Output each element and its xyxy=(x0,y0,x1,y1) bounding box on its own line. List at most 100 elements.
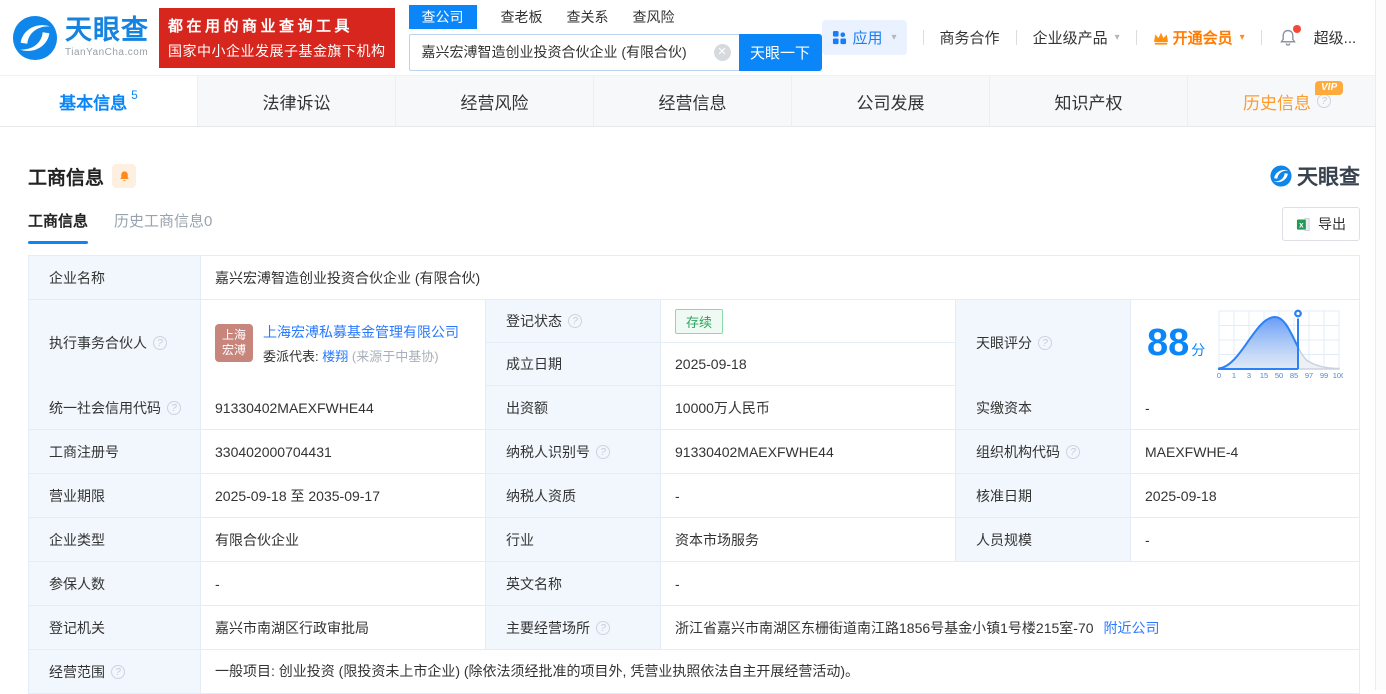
table-row: 登记机关 嘉兴市南湖区行政审批局 主要经营场所 浙江省嘉兴市南湖区东栅街道南江路… xyxy=(29,606,1359,650)
rep-label: 委派代表: xyxy=(263,349,319,364)
tab-operation-info[interactable]: 经营信息 xyxy=(594,76,792,126)
tab-history-info[interactable]: 历史信息 VIP xyxy=(1188,76,1386,126)
search-tab-boss[interactable]: 查老板 xyxy=(501,5,543,29)
svg-text:99: 99 xyxy=(1320,371,1328,380)
help-icon[interactable] xyxy=(1038,336,1052,350)
divider xyxy=(1016,30,1017,45)
nav-business-cooperation[interactable]: 商务合作 xyxy=(940,27,1000,48)
business-scope-value: 一般项目: 创业投资 (限投资未上市企业) (除依法须经批准的项目外, 凭营业执… xyxy=(201,650,1359,693)
vip-label: 开通会员 xyxy=(1173,27,1233,48)
tab-legal-proceedings[interactable]: 法律诉讼 xyxy=(198,76,396,126)
tab-basic-count: 5 xyxy=(131,88,138,102)
help-icon[interactable] xyxy=(596,621,610,635)
logo-title: 天眼查 xyxy=(65,17,149,44)
divider xyxy=(923,30,924,45)
top-header: 天眼查 TianYanCha.com 都在用的商业查询工具 国家中小企业发展子基… xyxy=(0,0,1386,75)
search-button[interactable]: 天眼一下 xyxy=(739,34,822,71)
authority-label: 登记机关 xyxy=(29,606,201,649)
notification-bell-icon[interactable] xyxy=(1278,28,1298,48)
help-icon[interactable] xyxy=(596,445,610,459)
staff-size-label: 人员规模 xyxy=(956,518,1131,561)
english-name-label: 英文名称 xyxy=(486,562,661,605)
export-label: 导出 xyxy=(1318,214,1346,234)
approve-date-value: 2025-09-18 xyxy=(1131,474,1359,517)
score-distribution-chart: 0 1 3 15 50 85 97 99 100 xyxy=(1215,305,1343,381)
address-value: 浙江省嘉兴市南湖区东栅街道南江路1856号基金小镇1号楼215室-70 xyxy=(675,618,1094,638)
tab-intellectual-property[interactable]: 知识产权 xyxy=(990,76,1188,126)
tianyancha-swirl-icon xyxy=(12,15,58,61)
top-nav: 应用 商务合作 企业级产品 开通会员 超级... xyxy=(822,20,1386,55)
search-tab-relation[interactable]: 查关系 xyxy=(567,5,609,29)
help-icon[interactable] xyxy=(111,665,125,679)
svg-text:85: 85 xyxy=(1290,371,1298,380)
subtab-row: 工商信息 历史工商信息0 x 导出 xyxy=(0,191,1386,247)
orgcode-label: 组织机构代码 xyxy=(956,430,1131,473)
score-cell: 88分 xyxy=(1131,300,1359,386)
page-tabbar: 基本信息 5 法律诉讼 经营风险 经营信息 公司发展 知识产权 历史信息 VIP xyxy=(0,75,1386,127)
divider xyxy=(1136,30,1137,45)
search-tab-risk[interactable]: 查风险 xyxy=(633,5,675,29)
divider xyxy=(1261,30,1262,45)
tab-company-development[interactable]: 公司发展 xyxy=(792,76,990,126)
partner-company-link[interactable]: 上海宏溥私募基金管理有限公司 xyxy=(263,322,459,342)
staff-size-value: - xyxy=(1131,518,1359,561)
notification-dot xyxy=(1293,25,1301,33)
capital-label: 出资额 xyxy=(486,386,661,429)
svg-text:3: 3 xyxy=(1247,371,1251,380)
business-scope-label: 经营范围 xyxy=(29,650,201,693)
table-row: 工商注册号 330402000704431 纳税人识别号 91330402MAE… xyxy=(29,430,1359,474)
nav-super-vip[interactable]: 超级... xyxy=(1314,27,1357,48)
search-tab-company[interactable]: 查公司 xyxy=(409,5,477,29)
authority-value: 嘉兴市南湖区行政审批局 xyxy=(201,606,486,649)
search-input[interactable] xyxy=(409,34,739,71)
table-row: 企业类型 有限合伙企业 行业 资本市场服务 人员规模 - xyxy=(29,518,1359,562)
subtab-history-business-info[interactable]: 历史工商信息0 xyxy=(114,210,212,244)
approve-date-label: 核准日期 xyxy=(956,474,1131,517)
subtab-business-info[interactable]: 工商信息 xyxy=(28,210,88,244)
monitor-bell-icon[interactable] xyxy=(112,164,136,188)
status-badge: 存续 xyxy=(675,309,723,334)
score-unit: 分 xyxy=(1191,342,1205,358)
tab-basic-info[interactable]: 基本信息 5 xyxy=(0,76,198,126)
scrollbar[interactable] xyxy=(1375,0,1386,690)
address-label: 主要经营场所 xyxy=(486,606,661,649)
regno-value: 330402000704431 xyxy=(201,430,486,473)
company-type-value: 有限合伙企业 xyxy=(201,518,486,561)
help-icon[interactable] xyxy=(153,336,167,350)
rep-name-link[interactable]: 楼翔 xyxy=(322,349,348,364)
watermark-logo: 天眼查 xyxy=(1270,161,1360,191)
reg-status-value: 存续 xyxy=(661,300,955,342)
clear-icon[interactable]: ✕ xyxy=(714,44,731,61)
apps-grid-icon xyxy=(832,30,847,45)
search-area: 查公司 查老板 查关系 查风险 ✕ 天眼一下 xyxy=(409,5,822,71)
tax-qualification-label: 纳税人资质 xyxy=(486,474,661,517)
company-name-label: 企业名称 xyxy=(29,256,201,299)
svg-text:1: 1 xyxy=(1232,371,1236,380)
tianyancha-logo[interactable]: 天眼查 TianYanCha.com xyxy=(12,15,149,61)
nav-enterprise-products[interactable]: 企业级产品 xyxy=(1033,27,1120,48)
nearby-companies-link[interactable]: 附近公司 xyxy=(1104,618,1160,638)
section-header: 工商信息 天眼查 xyxy=(0,127,1386,191)
logo-domain: TianYanCha.com xyxy=(65,48,149,58)
paid-capital-value: - xyxy=(1131,386,1359,429)
taxid-label: 纳税人识别号 xyxy=(486,430,661,473)
nav-open-vip[interactable]: 开通会员 xyxy=(1153,27,1245,48)
score-label: 天眼评分 xyxy=(956,300,1131,386)
partner-cell: 上海 宏溥 上海宏溥私募基金管理有限公司 委派代表: 楼翔 (来源于中基协) xyxy=(201,300,486,386)
apps-menu[interactable]: 应用 xyxy=(822,20,907,55)
score-value: 88 xyxy=(1147,322,1189,364)
apps-label: 应用 xyxy=(853,27,883,48)
crown-icon xyxy=(1153,31,1169,45)
tax-qualification-value: - xyxy=(661,474,956,517)
tab-operation-risk[interactable]: 经营风险 xyxy=(396,76,594,126)
help-icon[interactable] xyxy=(1317,94,1331,108)
search-tabs: 查公司 查老板 查关系 查风险 xyxy=(409,5,822,29)
help-icon[interactable] xyxy=(568,314,582,328)
slogan-line1: 都在用的商业查询工具 xyxy=(168,15,386,36)
business-info-table: 企业名称 嘉兴宏溥智造创业投资合伙企业 (有限合伙) 执行事务合伙人 上海 宏溥… xyxy=(28,255,1360,694)
svg-text:0: 0 xyxy=(1217,371,1221,380)
insured-value: - xyxy=(201,562,486,605)
help-icon[interactable] xyxy=(1066,445,1080,459)
help-icon[interactable] xyxy=(167,401,181,415)
export-button[interactable]: x 导出 xyxy=(1282,207,1360,241)
